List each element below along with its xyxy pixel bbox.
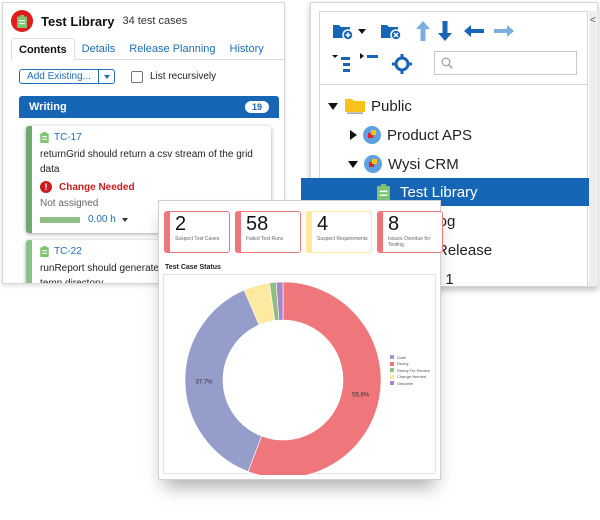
group-title: Writing <box>29 101 67 113</box>
kpi-label: Suspect Requirements <box>317 236 368 242</box>
add-existing-dropdown[interactable] <box>99 69 115 84</box>
tab-history[interactable]: History <box>223 38 271 60</box>
outdent-icon[interactable] <box>464 25 484 37</box>
tree-node-wysi-crm[interactable]: Wysi CRM <box>348 150 459 178</box>
new-folder-icon[interactable] <box>332 22 354 40</box>
folder-icon <box>345 99 365 114</box>
data-label-ready: 55.8% <box>352 392 370 398</box>
writing-group-header[interactable]: Writing 19 <box>19 96 279 118</box>
effort-value[interactable]: 0.00 h <box>88 214 116 225</box>
kpi-issues-overdue[interactable]: 8 Issues Overdue for Testing <box>377 211 443 253</box>
dropdown-caret-icon[interactable] <box>358 29 366 34</box>
legend-item[interactable]: Draft <box>390 354 430 360</box>
kpi-suspect-requirements[interactable]: 4 Suspect Requirements <box>306 211 372 253</box>
library-header: Test Library 34 test cases <box>11 10 187 32</box>
legend-item[interactable]: Change Needed <box>390 374 430 380</box>
legend-swatch <box>390 368 394 372</box>
add-existing-row: Add Existing... List recursively <box>19 69 216 84</box>
legend-swatch <box>390 381 394 385</box>
kpi-suspect-test-cases[interactable]: 2 Suspect Test Cases <box>164 211 230 253</box>
legend-label: Change Needed <box>397 374 427 379</box>
list-recursively-checkbox[interactable] <box>131 70 143 83</box>
test-case-icon <box>40 246 49 257</box>
legend-swatch <box>390 361 394 366</box>
move-up-icon[interactable] <box>416 21 430 41</box>
legend-label: Draft <box>397 354 406 360</box>
test-case-id[interactable]: TC-22 <box>54 246 82 257</box>
data-label-draft: 37.7% <box>196 380 214 386</box>
legend-label: Ready <box>397 361 409 366</box>
indent-icon[interactable] <box>494 25 514 37</box>
list-recursively-label: List recursively <box>150 71 217 82</box>
move-down-icon[interactable] <box>438 21 452 41</box>
alert-icon: ! <box>40 181 52 193</box>
legend-swatch <box>390 355 394 359</box>
chevron-down-icon <box>103 74 110 79</box>
legend-item[interactable]: Ready <box>390 361 430 367</box>
tab-details[interactable]: Details <box>75 38 123 60</box>
collapse-all-icon[interactable] <box>360 53 380 65</box>
chevron-down-icon[interactable] <box>121 217 128 222</box>
test-case-icon <box>40 132 49 143</box>
expand-all-icon[interactable] <box>332 53 352 73</box>
legend-label: Obsolete <box>397 380 414 386</box>
library-title: Test Library <box>41 13 115 29</box>
search-icon <box>441 57 453 69</box>
kpi-label: Failed Test Runs <box>246 236 284 242</box>
legend-item[interactable]: Obsolete <box>390 380 430 386</box>
locate-icon[interactable] <box>392 54 412 74</box>
tab-release-planning[interactable]: Release Planning <box>122 38 222 60</box>
tree-node-label: Test Library <box>400 183 478 201</box>
delete-folder-icon[interactable] <box>380 22 402 40</box>
collapse-panel-icon[interactable]: < <box>590 15 596 26</box>
chart-legend: Draft Ready Ready For Review Change Needed O… <box>390 354 430 387</box>
library-tabs: Contents Details Release Planning Histor… <box>11 38 284 61</box>
test-case-status-chart: 55.8% 37.7% Draft Ready Ready For Review Cha… <box>163 274 436 475</box>
expanded-caret-icon[interactable] <box>328 102 338 110</box>
tree-node-label: Wysi CRM <box>388 155 459 173</box>
kpi-label: Suspect Test Cases <box>175 236 220 242</box>
legend-swatch <box>390 374 394 379</box>
tab-contents[interactable]: Contents <box>11 38 75 61</box>
test-case-id[interactable]: TC-17 <box>54 132 82 143</box>
kpi-label: Issues Overdue for Testing <box>388 236 431 248</box>
tree-node-product-aps[interactable]: Product APS <box>350 121 472 149</box>
legend-item[interactable]: Ready For Review <box>390 367 430 373</box>
tree-scrollbar[interactable]: < <box>589 11 598 286</box>
tree-node-public[interactable]: Public <box>328 92 412 120</box>
kpi-value: 4 <box>317 213 329 235</box>
effort-bar <box>40 216 80 223</box>
dashboard-panel: 2 Suspect Test Cases 58 Failed Test Runs… <box>158 200 443 480</box>
test-case-count: 34 test cases <box>122 15 188 27</box>
donut-chart: 55.8% 37.7% <box>184 281 382 475</box>
expanded-caret-icon[interactable] <box>348 160 358 168</box>
test-library-logo-icon <box>11 10 33 32</box>
test-case-description: returnGrid should return a csv stream of… <box>40 149 253 175</box>
tree-search-input[interactable] <box>434 51 577 75</box>
status-label: Change Needed <box>59 181 135 193</box>
tree-node-label: Product APS <box>387 126 473 144</box>
kpi-value: 58 <box>246 213 269 235</box>
project-icon <box>364 155 382 173</box>
kpi-failed-test-runs[interactable]: 58 Failed Test Runs <box>235 211 301 253</box>
group-count-badge: 19 <box>244 101 269 113</box>
collapsed-caret-icon[interactable] <box>350 130 357 140</box>
kpi-row: 2 Suspect Test Cases 58 Failed Test Runs… <box>164 211 448 253</box>
add-existing-button[interactable]: Add Existing... <box>19 69 99 84</box>
test-library-icon <box>377 183 390 201</box>
tree-node-label: Public <box>371 97 412 115</box>
toolbar-divider <box>320 84 587 85</box>
kpi-value: 2 <box>175 213 187 235</box>
legend-label: Ready For Review <box>397 367 430 373</box>
project-icon <box>363 126 381 144</box>
chart-title: Test Case Status <box>165 264 221 271</box>
kpi-value: 8 <box>388 213 400 235</box>
